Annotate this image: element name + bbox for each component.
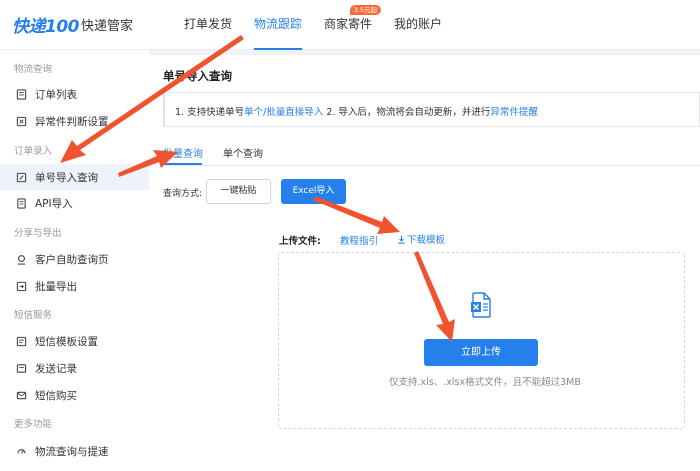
edit-icon [15, 171, 27, 183]
logo[interactable]: 快递100 [12, 12, 80, 37]
query-method-label: 查询方式: [163, 189, 203, 199]
nav-label: 打单发货 [184, 17, 233, 31]
nav-my-account[interactable]: 我的账户 [383, 0, 453, 50]
sidebar-item-label: 批量导出 [35, 280, 77, 293]
sidebar-item-order-list[interactable]: 订单列表 [0, 81, 149, 107]
excel-file-icon [470, 292, 492, 318]
send-icon [15, 362, 27, 374]
tab-single-query[interactable]: 单个查询 [223, 145, 263, 160]
sidebar-item-label: API导入 [35, 197, 73, 210]
notice-text: 2. 导入后，物流将会自动更新，并进行 [326, 107, 491, 118]
nav-merchant-shipping[interactable]: 商家寄件 3.5元起 [313, 0, 383, 50]
sidebar-item-sms-template[interactable]: 短信模板设置 [0, 328, 149, 354]
sidebar: 物流查询 订单列表 异常件判断设置 订单录入 单号导入查询 API导入 分享与导… [0, 50, 149, 471]
mail-icon [15, 389, 27, 401]
settings-icon [15, 115, 27, 127]
notice-link-exception-alert[interactable]: 异常件提醒 [490, 107, 538, 118]
download-icon [397, 235, 407, 244]
download-template-link[interactable]: 下载模板 [397, 232, 445, 246]
sidebar-section-title: 更多功能 [14, 419, 53, 430]
nav-label: 物流跟踪 [254, 17, 303, 31]
sidebar-section-title: 订单录入 [14, 146, 53, 157]
active-tab-indicator [163, 163, 202, 165]
nav-logistics-tracking[interactable]: 物流跟踪 [243, 0, 313, 50]
sidebar-item-exception-settings[interactable]: 异常件判断设置 [0, 108, 149, 134]
sidebar-section-title: 分享与导出 [14, 228, 62, 239]
sidebar-item-label: 客户自助查询页 [35, 253, 109, 266]
location-icon [15, 253, 27, 265]
sidebar-item-logistics-speedup[interactable]: 物流查询与提速 [0, 438, 149, 464]
sidebar-item-label: 异常件判断设置 [35, 115, 109, 128]
sidebar-item-batch-export[interactable]: 批量导出 [0, 273, 149, 299]
tutorial-link[interactable]: 教程指引 [340, 233, 378, 247]
export-icon [15, 280, 27, 292]
sidebar-item-label: 短信模板设置 [35, 335, 98, 348]
download-template-label: 下载模板 [407, 235, 446, 246]
tab-batch-query[interactable]: 批量查询 [163, 145, 203, 160]
nav-print-ship[interactable]: 打单发货 [173, 0, 243, 50]
notice-link-batch-import[interactable]: 单个/批量直接导入 [244, 107, 323, 118]
top-nav: 打单发货 物流跟踪 商家寄件 3.5元起 我的账户 [173, 0, 453, 50]
brand-subtitle: 快递管家 [81, 19, 134, 34]
upload-file-label: 上传文件: [279, 236, 321, 247]
sidebar-item-label: 发送记录 [35, 362, 77, 375]
speed-icon [15, 445, 27, 457]
notice-text: 1. 支持快递单号 [175, 107, 245, 118]
sidebar-item-sms-purchase[interactable]: 短信购买 [0, 382, 149, 408]
sidebar-item-label: 订单列表 [35, 88, 77, 101]
sidebar-item-api-import[interactable]: API导入 [0, 190, 149, 216]
sidebar-section-title: 短信服务 [14, 310, 53, 321]
sidebar-item-self-service-page[interactable]: 客户自助查询页 [0, 246, 149, 272]
upload-now-button[interactable]: 立即上传 [424, 339, 538, 366]
page-title: 单号导入查询 [163, 69, 232, 83]
query-tabs: 批量查询 单个查询 [163, 141, 700, 166]
template-icon [15, 335, 27, 347]
notice-banner: 1. 支持快递单号单个/批量直接导入 2. 导入后，物流将会自动更新，并进行异常… [163, 92, 700, 127]
sidebar-section-title: 物流查询 [14, 64, 53, 75]
price-badge: 3.5元起 [349, 5, 382, 15]
sidebar-item-send-records[interactable]: 发送记录 [0, 355, 149, 381]
nav-label: 商家寄件 [324, 17, 373, 31]
list-icon [15, 88, 27, 100]
excel-import-button[interactable]: Excel导入 [281, 179, 346, 204]
paste-button[interactable]: 一键粘贴 [206, 179, 271, 204]
sidebar-item-tracking-import[interactable]: 单号导入查询 [0, 164, 149, 190]
top-header: 快递100 快递管家 打单发货 物流跟踪 商家寄件 3.5元起 我的账户 [0, 0, 700, 50]
api-icon [15, 197, 27, 209]
sidebar-item-label: 物流查询与提速 [35, 445, 109, 458]
nav-label: 我的账户 [394, 17, 443, 31]
sidebar-item-label: 单号导入查询 [35, 171, 98, 184]
upload-hint: 仅支持.xls、.xlsx格式文件，且不能超过3MB [389, 377, 581, 388]
sidebar-item-label: 短信购买 [35, 389, 77, 402]
